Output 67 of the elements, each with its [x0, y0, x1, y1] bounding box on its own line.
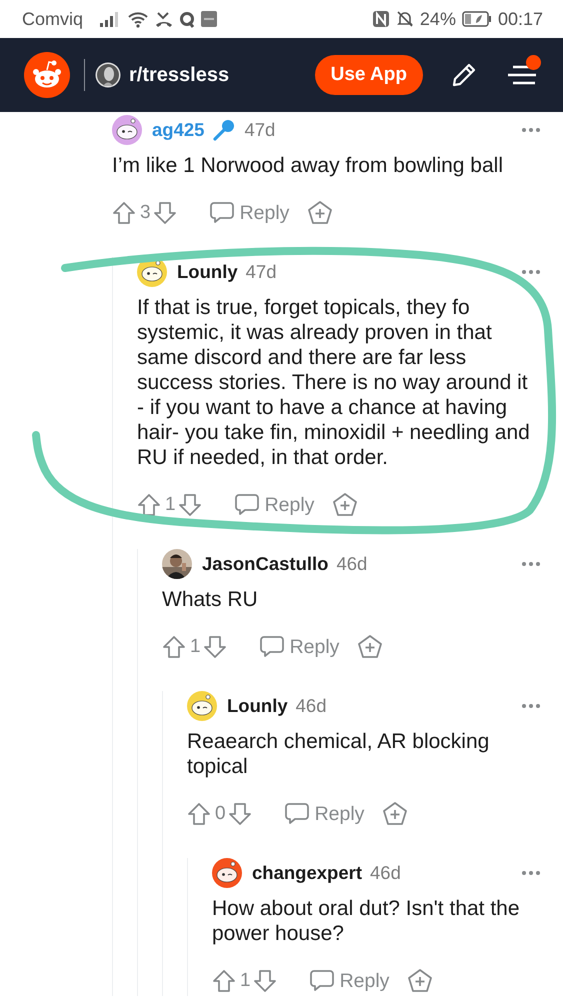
- battery-percent: 24%: [420, 8, 456, 30]
- more-options-icon[interactable]: [521, 561, 541, 567]
- upvote-icon[interactable]: [187, 802, 211, 826]
- upvote-icon[interactable]: [137, 493, 161, 517]
- reddit-logo-icon[interactable]: [24, 52, 70, 98]
- award-icon[interactable]: [357, 634, 384, 660]
- vote-count: 1: [240, 970, 251, 992]
- comment-age: 47d: [246, 261, 277, 283]
- more-options-icon[interactable]: [521, 870, 541, 876]
- hms-icon: [201, 11, 218, 27]
- user-avatar-icon[interactable]: [187, 691, 217, 721]
- downvote-icon[interactable]: [252, 969, 277, 993]
- username[interactable]: Lounly: [227, 695, 288, 717]
- muted-bell-icon: [396, 10, 414, 28]
- downvote-icon[interactable]: [178, 493, 202, 517]
- community-name[interactable]: r/tressless: [129, 64, 230, 86]
- vote-count: 1: [190, 636, 201, 658]
- use-app-button[interactable]: Use App: [314, 55, 423, 95]
- username[interactable]: changexpert: [252, 862, 362, 884]
- app-icon: [179, 10, 196, 28]
- reply-button[interactable]: Reply: [308, 969, 390, 993]
- comment-bubble-icon: [208, 201, 235, 225]
- comment-age: 46d: [296, 695, 327, 717]
- comment-bubble-icon: [284, 802, 310, 826]
- reply-button[interactable]: Reply: [258, 635, 340, 659]
- username[interactable]: ag425: [152, 119, 204, 141]
- vote-count: 0: [215, 803, 226, 825]
- nfc-icon: [372, 10, 390, 28]
- award-icon[interactable]: [382, 801, 408, 827]
- comment-bubble-icon: [308, 969, 335, 993]
- downvote-icon[interactable]: [152, 201, 177, 225]
- comment-age: 47d: [244, 119, 276, 141]
- comment-text: I’m like 1 Norwood away from bowling ball: [112, 153, 504, 178]
- award-icon[interactable]: [407, 968, 434, 994]
- award-icon[interactable]: [332, 492, 358, 518]
- reply-button[interactable]: Reply: [284, 802, 364, 826]
- comment-text: If that is true, forget topicals, they fo systemic, it was already proven in that same discord and there are far less success stories. There is no way around it - if you want to have a chance at having hair- you take fin, minoxidil + needling and RU if needed, in that order.: [137, 295, 531, 470]
- comment-bubble-icon: [234, 493, 260, 517]
- missed-call-icon: [155, 10, 174, 28]
- upvote-icon[interactable]: [162, 635, 186, 659]
- downvote-icon[interactable]: [202, 635, 227, 659]
- comment-text: Whats RU: [162, 587, 259, 612]
- downvote-icon[interactable]: [228, 802, 252, 826]
- battery-icon: [462, 11, 492, 27]
- comment-text: How about oral dut? Isn't that the power house?: [212, 896, 521, 946]
- clock-time: 00:17: [498, 8, 543, 30]
- comment-bubble-icon: [258, 635, 285, 659]
- carrier-name: Comviq: [22, 8, 84, 30]
- user-avatar-icon[interactable]: [112, 115, 142, 145]
- more-options-icon[interactable]: [521, 127, 541, 133]
- comment-text: Reaearch chemical, AR blocking topical: [187, 729, 490, 779]
- vote-count: 3: [140, 202, 151, 224]
- community-avatar-icon[interactable]: [95, 62, 121, 88]
- more-options-icon[interactable]: [521, 269, 541, 275]
- comment-age: 46d: [370, 862, 401, 884]
- username[interactable]: Lounly: [177, 261, 238, 283]
- vote-count: 1: [165, 494, 176, 516]
- reply-button[interactable]: Reply: [208, 201, 290, 225]
- award-icon[interactable]: [307, 200, 334, 226]
- more-options-icon[interactable]: [521, 703, 541, 709]
- user-avatar-icon[interactable]: [212, 858, 242, 888]
- comment-age: 46d: [336, 553, 368, 575]
- upvote-icon[interactable]: [212, 969, 236, 993]
- reply-button[interactable]: Reply: [234, 493, 314, 517]
- wifi-icon: [127, 10, 150, 28]
- username[interactable]: JasonCastullo: [202, 553, 328, 575]
- upvote-icon[interactable]: [112, 201, 136, 225]
